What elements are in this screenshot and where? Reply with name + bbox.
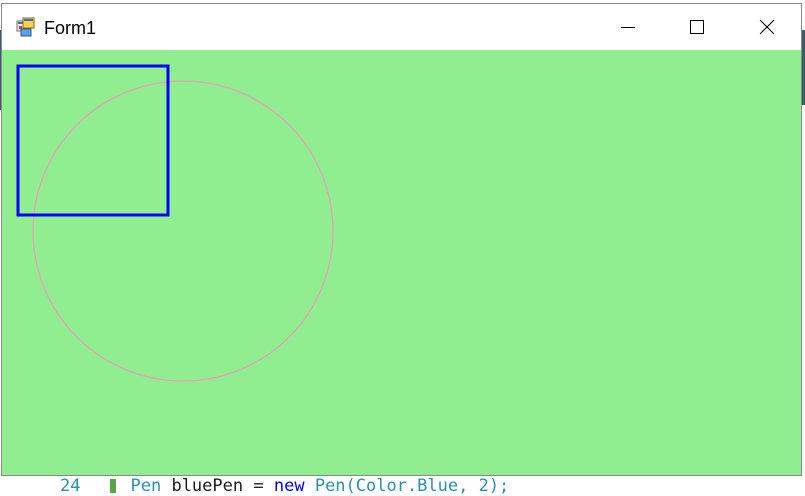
minimize-icon xyxy=(621,27,635,28)
form1-window[interactable]: Form1 xyxy=(1,3,802,476)
maximize-button[interactable] xyxy=(663,4,731,50)
code-call-token: Pen(Color.Blue, 2); xyxy=(314,476,510,496)
close-icon xyxy=(759,19,775,35)
winforms-app-icon xyxy=(16,17,35,37)
code-operator-token: = xyxy=(253,476,264,496)
background-code-line: 24 Pen bluePen = new Pen(Color.Blue, 2); xyxy=(60,476,509,496)
title-bar[interactable]: Form1 xyxy=(2,4,801,50)
close-button[interactable] xyxy=(733,4,801,50)
blue-rectangle xyxy=(16,64,170,217)
background-line-number: 24 xyxy=(60,476,81,496)
window-title: Form1 xyxy=(44,18,97,38)
minimize-button[interactable] xyxy=(594,4,662,50)
code-identifier-token: bluePen xyxy=(171,476,244,496)
form-client-area[interactable] xyxy=(2,50,801,475)
code-type-token: Pen xyxy=(130,476,162,496)
drawing-canvas xyxy=(16,64,334,382)
pink-circle xyxy=(32,80,334,382)
change-marker xyxy=(110,479,117,493)
code-keyword-token: new xyxy=(273,476,305,496)
maximize-icon xyxy=(690,20,704,34)
